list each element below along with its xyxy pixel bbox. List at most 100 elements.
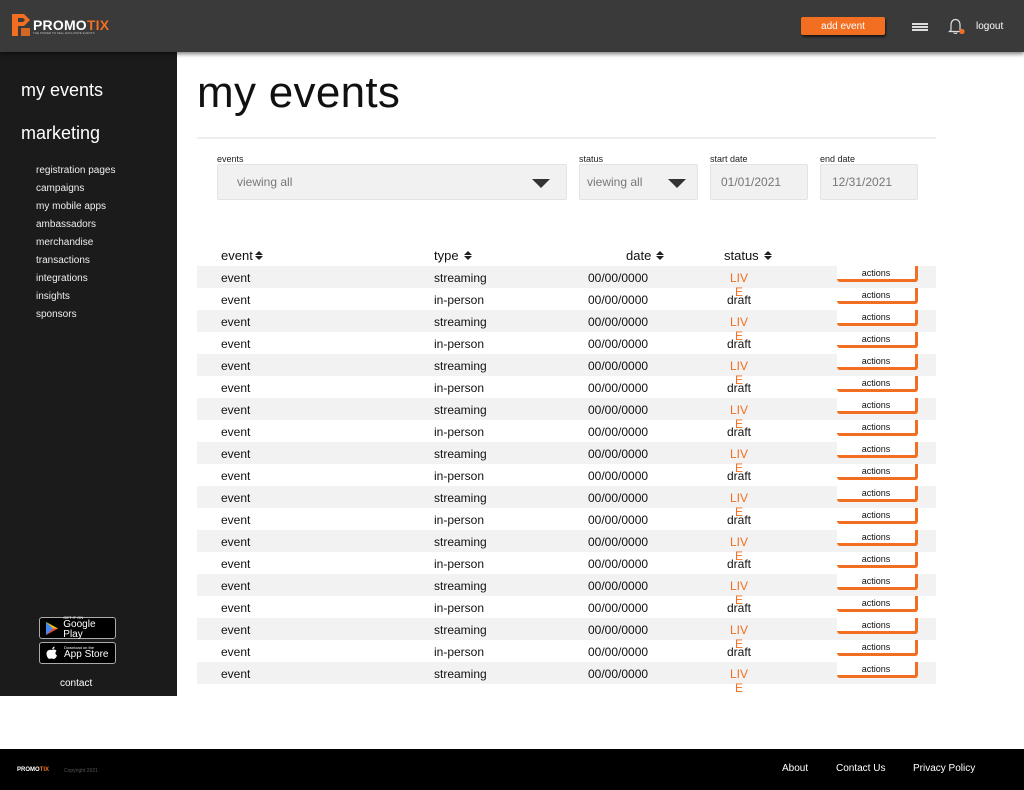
table-row[interactable]: event in-person 00/00/0000 draft actions xyxy=(197,640,936,662)
date-cell: 00/00/0000 xyxy=(588,557,649,571)
column-header-date[interactable]: date xyxy=(626,248,665,263)
sidebar-item-integrations[interactable]: integrations xyxy=(36,273,88,284)
date-cell: 00/00/0000 xyxy=(588,491,649,505)
actions-button[interactable]: actions xyxy=(837,376,918,392)
table-row[interactable]: event streaming 00/00/0000 LIVE actions xyxy=(197,442,936,475)
event-cell: event xyxy=(221,667,251,681)
sidebar-item-ambassadors[interactable]: ambassadors xyxy=(36,219,96,230)
status-filter-value: viewing all xyxy=(587,175,643,189)
google-play-badge[interactable]: GET IT ON Google Play xyxy=(39,616,116,640)
status-filter-dropdown[interactable]: viewing all xyxy=(579,164,698,200)
table-row[interactable]: event in-person 00/00/0000 draft actions xyxy=(197,376,936,398)
notification-bell-icon[interactable] xyxy=(946,17,966,35)
column-header-type-label: type xyxy=(434,248,459,263)
actions-button[interactable]: actions xyxy=(837,332,918,348)
actions-button[interactable]: actions xyxy=(837,354,918,370)
actions-button[interactable]: actions xyxy=(837,310,918,326)
date-cell: 00/00/0000 xyxy=(588,535,649,549)
sidebar-item-insights[interactable]: insights xyxy=(36,291,70,302)
type-cell: in-person xyxy=(434,381,485,395)
status-cell: draft xyxy=(727,381,752,395)
table-row[interactable]: event streaming 00/00/0000 LIVE actions xyxy=(197,530,936,563)
table-row[interactable]: event streaming 00/00/0000 LIVE actions xyxy=(197,310,936,343)
table-row[interactable]: event streaming 00/00/0000 LIVE actions xyxy=(197,486,936,519)
status-cell: draft xyxy=(727,601,752,615)
date-cell: 00/00/0000 xyxy=(588,425,649,439)
table-row[interactable]: event streaming 00/00/0000 LIVE actions xyxy=(197,618,936,651)
table-row[interactable]: event streaming 00/00/0000 LIVE actions xyxy=(197,398,936,431)
page-title: my events xyxy=(197,68,401,117)
event-cell: event xyxy=(221,425,251,439)
table-row[interactable]: event in-person 00/00/0000 draft actions xyxy=(197,552,936,574)
menu-icon[interactable] xyxy=(912,23,928,31)
actions-button[interactable]: actions xyxy=(837,442,918,458)
actions-button[interactable]: actions xyxy=(837,420,918,436)
event-cell: event xyxy=(221,271,251,285)
event-cell: event xyxy=(221,381,251,395)
table-row[interactable]: event streaming 00/00/0000 LIVE actions xyxy=(197,354,936,387)
actions-button[interactable]: actions xyxy=(837,398,918,414)
actions-button[interactable]: actions xyxy=(837,574,918,590)
column-header-event[interactable]: event xyxy=(221,248,263,263)
table-row[interactable]: event in-person 00/00/0000 draft actions xyxy=(197,508,936,530)
date-cell: 00/00/0000 xyxy=(588,513,649,527)
end-date-label: end date xyxy=(820,154,856,164)
column-header-status[interactable]: status xyxy=(724,248,772,263)
actions-button[interactable]: actions xyxy=(837,662,918,678)
table-row[interactable]: event in-person 00/00/0000 draft actions xyxy=(197,288,936,310)
actions-button[interactable]: actions xyxy=(837,596,918,612)
actions-button[interactable]: actions xyxy=(837,464,918,480)
actions-button[interactable]: actions xyxy=(837,640,918,656)
end-date-input[interactable]: 12/31/2021 xyxy=(820,164,918,200)
table-row[interactable]: event streaming 00/00/0000 LIVE actions xyxy=(197,266,936,299)
event-cell: event xyxy=(221,579,251,593)
footer-link-about[interactable]: About xyxy=(782,763,808,774)
add-event-button[interactable]: add event xyxy=(801,17,885,35)
event-cell: event xyxy=(221,469,251,483)
actions-button[interactable]: actions xyxy=(837,530,918,546)
contact-link[interactable]: contact xyxy=(60,678,92,689)
promotix-logo[interactable]: PROMOTIX THE POWER TO SELL EXCLUSIVE EVE… xyxy=(12,14,109,36)
event-cell: event xyxy=(221,337,251,351)
logout-link[interactable]: logout xyxy=(976,21,1003,32)
actions-button[interactable]: actions xyxy=(837,618,918,634)
actions-button[interactable]: actions xyxy=(837,266,918,282)
footer-link-privacy-policy[interactable]: Privacy Policy xyxy=(913,763,975,774)
copyright-text: Copyright 2021 xyxy=(64,768,98,774)
type-cell: in-person xyxy=(434,425,485,439)
table-row[interactable]: event streaming 00/00/0000 LIVE actions xyxy=(197,574,936,607)
sidebar-item-merchandise[interactable]: merchandise xyxy=(36,237,93,248)
date-cell: 00/00/0000 xyxy=(588,579,649,593)
app-store-badge[interactable]: Download on the App Store xyxy=(39,642,116,664)
start-date-input[interactable]: 01/01/2021 xyxy=(710,164,808,200)
sidebar-item-registration-pages[interactable]: registration pages xyxy=(36,165,116,176)
footer-logo[interactable]: PROMOTIX xyxy=(17,767,49,773)
events-filter-dropdown[interactable]: viewing all xyxy=(217,164,567,200)
status-filter-label: status xyxy=(579,154,604,164)
table-row[interactable]: event in-person 00/00/0000 draft actions xyxy=(197,464,936,486)
sidebar-item-my-events[interactable]: my events xyxy=(21,80,103,101)
table-row[interactable]: event in-person 00/00/0000 draft actions xyxy=(197,420,936,442)
table-row[interactable]: event streaming 00/00/0000 LIVE actions xyxy=(197,662,936,695)
sidebar-item-transactions[interactable]: transactions xyxy=(36,255,90,266)
event-cell: event xyxy=(221,535,251,549)
date-cell: 00/00/0000 xyxy=(588,447,649,461)
event-cell: event xyxy=(221,447,251,461)
actions-button[interactable]: actions xyxy=(837,486,918,502)
actions-button[interactable]: actions xyxy=(837,552,918,568)
table-row[interactable]: event in-person 00/00/0000 draft actions xyxy=(197,332,936,354)
table-row[interactable]: event in-person 00/00/0000 draft actions xyxy=(197,596,936,618)
type-cell: streaming xyxy=(434,579,487,593)
sidebar-item-my-mobile-apps[interactable]: my mobile apps xyxy=(36,201,106,212)
actions-button[interactable]: actions xyxy=(837,288,918,304)
actions-button[interactable]: actions xyxy=(837,508,918,524)
promotix-logo-icon xyxy=(12,14,30,36)
sidebar-item-campaigns[interactable]: campaigns xyxy=(36,183,84,194)
event-cell: event xyxy=(221,359,251,373)
event-cell: event xyxy=(221,601,251,615)
type-cell: streaming xyxy=(434,271,487,285)
sidebar-item-sponsors[interactable]: sponsors xyxy=(36,309,77,320)
footer-link-contact-us[interactable]: Contact Us xyxy=(836,763,885,774)
sidebar-item-marketing[interactable]: marketing xyxy=(21,123,100,144)
column-header-type[interactable]: type xyxy=(434,248,472,263)
